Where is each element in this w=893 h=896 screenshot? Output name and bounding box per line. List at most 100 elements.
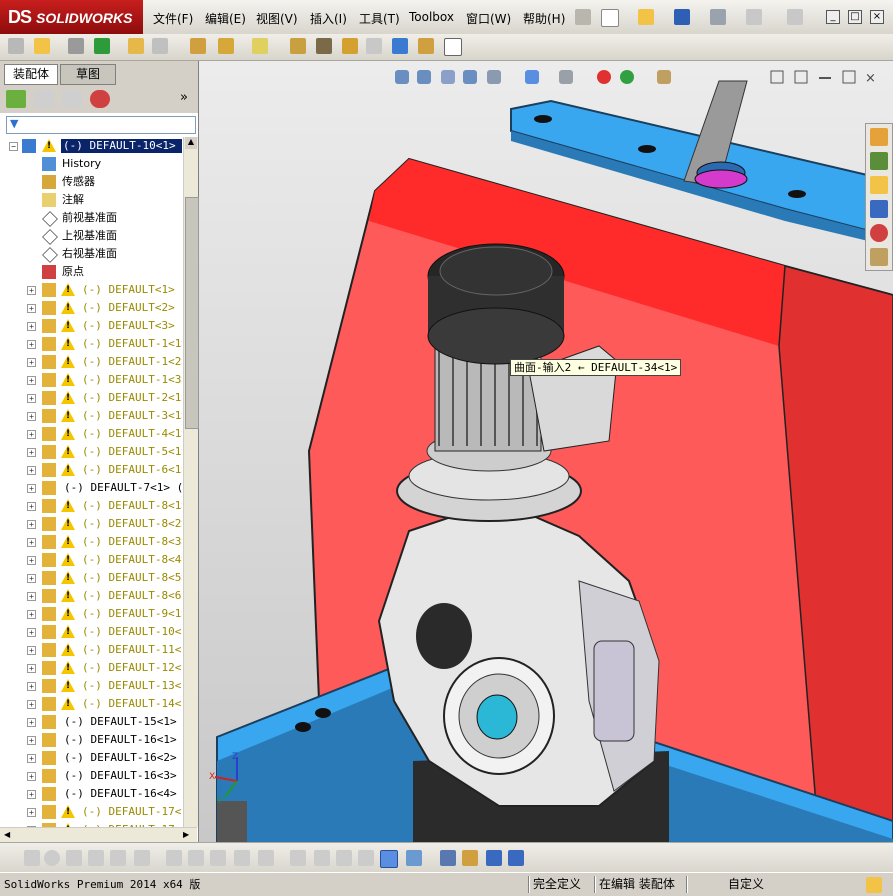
tree-part-item[interactable]: + (-) DEFAULT-1<1> <box>0 335 182 353</box>
point-icon[interactable] <box>24 850 40 866</box>
two-view-icon[interactable] <box>508 850 524 866</box>
sketch-fillet-icon[interactable] <box>188 850 204 866</box>
heads-up-view-toolbar[interactable]: × <box>395 70 876 86</box>
tree-part-item[interactable]: + (-) DEFAULT-11<1> <box>0 641 182 659</box>
display-manager-icon[interactable] <box>90 90 110 108</box>
tree-item-plane[interactable]: 前视基准面 <box>0 209 182 227</box>
collapse-icon[interactable]: − <box>9 142 18 151</box>
tree-part-item[interactable]: + (-) DEFAULT<2> (默 <box>0 299 182 317</box>
scroll-up-icon[interactable]: ▲ <box>185 137 197 149</box>
expand-icon[interactable]: + <box>27 754 36 763</box>
scroll-left-icon[interactable]: ◀ <box>4 830 10 839</box>
section-view-icon[interactable] <box>440 850 456 866</box>
menu-insert[interactable]: 插入(I) <box>310 10 347 27</box>
single-view-icon[interactable] <box>486 850 502 866</box>
tree-root[interactable]: − (-) DEFAULT-10<1> (默 <box>0 137 182 155</box>
expand-icon[interactable]: + <box>27 700 36 709</box>
rebuild-icon[interactable] <box>866 877 882 893</box>
scroll-thumb[interactable] <box>185 197 199 429</box>
expand-icon[interactable]: + <box>27 304 36 313</box>
solidworks-logo[interactable]: DS SOLIDWORKS <box>0 0 143 34</box>
tree-part-item[interactable]: + (-) DEFAULT-8<2> <box>0 515 182 533</box>
offset-icon[interactable] <box>134 850 150 866</box>
expand-icon[interactable]: + <box>27 772 36 781</box>
expand-icon[interactable]: + <box>27 520 36 529</box>
custom-properties-icon[interactable] <box>870 248 888 266</box>
tree-part-item[interactable]: + (-) DEFAULT-8<1> <box>0 497 182 515</box>
cube-view-icon[interactable] <box>358 850 374 866</box>
expand-icon[interactable]: + <box>27 790 36 799</box>
expand-icon[interactable]: + <box>27 592 36 601</box>
menu-help[interactable]: 帮助(H) <box>523 10 565 27</box>
filter-input[interactable]: ▼ <box>6 116 196 134</box>
tree-part-item[interactable]: + (-) DEFAULT-2<1> <box>0 389 182 407</box>
expand-icon[interactable]: + <box>27 430 36 439</box>
restore-icon[interactable]: □ <box>848 10 862 24</box>
undo-icon[interactable] <box>746 9 762 25</box>
tree-part-item[interactable]: + (-) DEFAULT-16<1> (默 <box>0 731 182 749</box>
expand-icon[interactable]: + <box>27 610 36 619</box>
shaded-view-icon[interactable] <box>380 850 398 868</box>
tree-part-item[interactable]: + (-) DEFAULT-4<1> <box>0 425 182 443</box>
circle-icon[interactable] <box>44 850 60 866</box>
property-manager-icon[interactable] <box>34 90 54 108</box>
polygon-icon[interactable] <box>88 850 104 866</box>
tree-part-item[interactable]: + (-) DEFAULT-6<1> <box>0 461 182 479</box>
hole-alignment-icon[interactable] <box>418 38 434 54</box>
expand-icon[interactable]: + <box>27 322 36 331</box>
tree-item-origin[interactable]: 原点 <box>0 263 182 281</box>
display-style-icon[interactable] <box>406 850 422 866</box>
tree-part-item[interactable]: + (-) DEFAULT<1> (默 <box>0 281 182 299</box>
expand-icon[interactable]: + <box>27 718 36 727</box>
assembly-features-icon[interactable] <box>190 38 206 54</box>
tree-item-sensor[interactable]: 传感器 <box>0 173 182 191</box>
corner-rectangle-icon[interactable] <box>234 850 250 866</box>
line-icon[interactable] <box>66 850 82 866</box>
minimize-icon[interactable]: _ <box>826 10 840 24</box>
expand-icon[interactable]: + <box>27 358 36 367</box>
tree-item-plane[interactable]: 上视基准面 <box>0 227 182 245</box>
expand-icon[interactable]: + <box>27 466 36 475</box>
expand-icon[interactable]: + <box>27 484 36 493</box>
save-icon[interactable] <box>674 9 690 25</box>
reference-geometry-icon[interactable] <box>218 38 234 54</box>
close-icon[interactable]: × <box>870 10 884 24</box>
menu-tools[interactable]: 工具(T) <box>359 10 400 27</box>
new-document-icon[interactable] <box>601 9 619 27</box>
tab-sketch[interactable]: 草图 <box>60 64 116 85</box>
tree-part-item[interactable]: + (-) DEFAULT-8<5> <box>0 569 182 587</box>
tree-part-item[interactable]: + (-) DEFAULT-8<6> <box>0 587 182 605</box>
print-icon[interactable] <box>710 9 726 25</box>
zoom-to-area-icon[interactable] <box>462 850 478 866</box>
tree-part-item[interactable]: + (-) DEFAULT-16<4> (默 <box>0 785 182 803</box>
tree-part-item[interactable]: + (-) DEFAULT-8<4> <box>0 551 182 569</box>
tree-part-item[interactable]: + (-) DEFAULT-14<1> <box>0 695 182 713</box>
configuration-manager-icon[interactable] <box>62 90 82 108</box>
expand-icon[interactable]: + <box>27 502 36 511</box>
feature-manager-icon[interactable] <box>6 90 26 108</box>
exploded-view-icon[interactable] <box>316 38 332 54</box>
tree-part-item[interactable]: + (-) DEFAULT-1<3> <box>0 371 182 389</box>
pin-icon[interactable] <box>575 9 591 25</box>
tree-part-item[interactable]: + (-) DEFAULT-15<1> (默 <box>0 713 182 731</box>
tree-item-plane[interactable]: 右视基准面 <box>0 245 182 263</box>
expand-icon[interactable]: + <box>27 808 36 817</box>
expand-icon[interactable]: + <box>27 646 36 655</box>
menu-view[interactable]: 视图(V) <box>256 10 298 27</box>
tree-part-item[interactable]: + (-) DEFAULT-16<2> (默 <box>0 749 182 767</box>
expand-icon[interactable]: + <box>27 682 36 691</box>
mate-icon[interactable] <box>34 38 50 54</box>
instant3d-icon[interactable] <box>444 38 462 56</box>
help-icon[interactable] <box>787 9 803 25</box>
tree-part-item[interactable]: + (-) DEFAULT-10<1> <box>0 623 182 641</box>
tree-vertical-scrollbar[interactable]: ▲ <box>183 137 199 827</box>
expand-icon[interactable]: + <box>27 340 36 349</box>
chamfer-icon[interactable] <box>210 850 226 866</box>
tree-part-item[interactable]: + (-) DEFAULT-17<1> <box>0 803 182 821</box>
trim-icon[interactable] <box>110 850 126 866</box>
tree-horizontal-scrollbar[interactable]: ◀ ▶ <box>0 827 197 843</box>
tree-item-annotation[interactable]: 注解 <box>0 191 182 209</box>
expand-icon[interactable]: + <box>27 556 36 565</box>
tree-part-item[interactable]: + (-) DEFAULT-9<1> <box>0 605 182 623</box>
menu-edit[interactable]: 编辑(E) <box>205 10 246 27</box>
